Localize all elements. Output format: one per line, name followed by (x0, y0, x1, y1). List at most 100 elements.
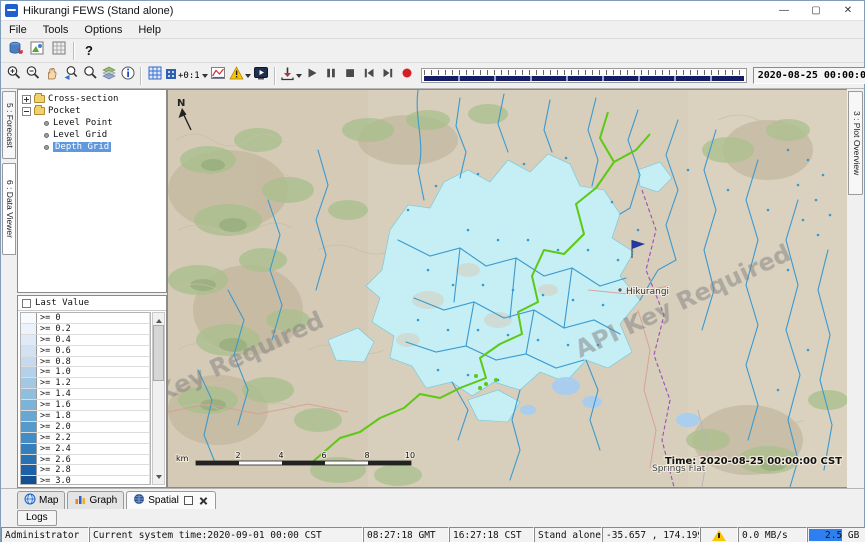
step-forward-button[interactable] (379, 65, 398, 86)
svg-text:2: 2 (235, 451, 240, 460)
node-bullet-icon (44, 145, 49, 150)
info-button[interactable] (118, 65, 137, 86)
tab-graph[interactable]: Graph (67, 491, 124, 509)
display-icon (253, 65, 269, 86)
grid-display-button[interactable] (48, 40, 70, 61)
tree-item-depth-grid[interactable]: Depth Grid (18, 141, 166, 153)
tab-plot-overview[interactable]: 3 : Plot Overview (848, 91, 863, 195)
grid-icon (147, 65, 163, 86)
legend-panel: Last Value >= 0>= 0.2>= 0.4>= 0.6>= 0.8>… (17, 295, 167, 488)
record-button[interactable] (398, 65, 417, 86)
maximize-button[interactable]: ▢ (800, 1, 832, 20)
minimize-button[interactable]: — (768, 1, 800, 20)
play-button[interactable] (303, 65, 322, 86)
status-gmt-time: 08:27:18 GMT (363, 527, 449, 542)
legend-row[interactable]: >= 0.4 (21, 335, 150, 346)
legend-label: >= 1.8 (37, 411, 150, 421)
timeline-slider[interactable] (421, 68, 747, 83)
undock-icon[interactable] (184, 496, 193, 505)
legend-label: >= 1.4 (37, 389, 150, 399)
help-button[interactable]: ? (78, 40, 100, 61)
legend-title: Last Value (35, 298, 89, 308)
tab-data-viewer[interactable]: 6 : Data Viewer (2, 163, 16, 255)
zoom-previous-button[interactable] (61, 65, 80, 86)
legend-swatch (21, 367, 37, 377)
map-canvas[interactable]: API Key Required API Key Required Hikura… (168, 90, 848, 487)
status-system-time: Current system time:2020-09-01 00:00 CST (89, 527, 363, 542)
legend-row[interactable]: >= 1.8 (21, 411, 150, 422)
step-back-button[interactable] (360, 65, 379, 86)
legend-row[interactable]: >= 3.0 (21, 476, 150, 485)
pause-button[interactable] (322, 65, 341, 86)
animation-display-button[interactable] (252, 65, 271, 86)
map-display-button[interactable] (26, 40, 48, 61)
scroll-down-icon[interactable] (153, 472, 164, 484)
scrollbar-thumb[interactable] (153, 325, 164, 381)
tab-map[interactable]: Map (17, 491, 65, 509)
legend-swatch (21, 455, 37, 465)
pan-button[interactable] (42, 65, 61, 86)
menu-item-tools[interactable]: Tools (35, 22, 77, 38)
tab-spatial[interactable]: Spatial (126, 491, 216, 509)
zoom-out-button[interactable] (23, 65, 42, 86)
svg-text:4: 4 (278, 451, 283, 460)
status-warning[interactable] (700, 527, 738, 542)
legend-row[interactable]: >= 1.0 (21, 367, 150, 378)
statusbar: Administrator Current system time:2020-0… (1, 527, 864, 542)
legend-row[interactable]: >= 2.0 (21, 422, 150, 433)
status-memory: 2.5 GB (807, 527, 865, 542)
tree-item-level-grid[interactable]: Level Grid (18, 129, 166, 141)
collapse-minus-icon[interactable] (22, 107, 31, 116)
legend-row[interactable]: >= 2.4 (21, 444, 150, 455)
legend-row[interactable]: >= 0.8 (21, 357, 150, 368)
map-viewport[interactable]: API Key Required API Key Required Hikura… (167, 89, 849, 488)
legend-row[interactable]: >= 0 (21, 313, 150, 324)
close-tab-icon[interactable] (198, 495, 209, 506)
tree-item-level-point[interactable]: Level Point (18, 117, 166, 129)
legend-row[interactable]: >= 1.4 (21, 389, 150, 400)
scroll-up-icon[interactable] (153, 313, 164, 325)
legend-row[interactable]: >= 2.8 (21, 465, 150, 476)
close-button[interactable]: ✕ (832, 1, 864, 20)
tree-item-pocket[interactable]: Pocket (18, 105, 166, 117)
zoom-box-button[interactable] (80, 65, 99, 86)
menu-item-file[interactable]: File (1, 22, 35, 38)
tab-forecast[interactable]: 5 : Forecast (2, 91, 16, 159)
legend-swatch (21, 346, 37, 356)
zoom-in-button[interactable] (4, 65, 23, 86)
logs-button[interactable]: Logs (17, 510, 57, 526)
menu-item-help[interactable]: Help (130, 22, 169, 38)
legend-label: >= 0.6 (37, 346, 150, 356)
legend-row[interactable]: >= 1.6 (21, 400, 150, 411)
profile-icon (210, 65, 226, 86)
stop-icon (343, 66, 357, 85)
toolbar-separator (271, 67, 279, 85)
legend-scrollbar[interactable] (152, 312, 165, 485)
interval-combo[interactable]: +0:1 (164, 65, 209, 86)
expand-plus-icon[interactable] (22, 95, 31, 104)
legend-label: >= 2.0 (37, 422, 150, 432)
stop-button[interactable] (341, 65, 360, 86)
warning-combo[interactable] (228, 65, 252, 86)
legend-swatch (21, 411, 37, 421)
timeline-ticks (424, 70, 744, 75)
profile-button[interactable] (209, 65, 228, 86)
logs-row: Logs (1, 509, 864, 527)
tree-item-label: Cross-section (48, 94, 118, 104)
grid-view-button[interactable] (145, 65, 164, 86)
last-value-checkbox[interactable] (22, 299, 31, 308)
database-button[interactable] (4, 40, 26, 61)
legend-row[interactable]: >= 0.2 (21, 324, 150, 335)
menu-item-options[interactable]: Options (76, 22, 130, 38)
layers-button[interactable] (99, 65, 118, 86)
window-title: Hikurangi FEWS (Stand alone) (23, 5, 173, 17)
legend-row[interactable]: >= 1.2 (21, 378, 150, 389)
data-tree-panel: Cross-section Pocket Level Point Level G… (17, 89, 167, 293)
tree-item-label-selected: Depth Grid (53, 142, 111, 152)
legend-row[interactable]: >= 0.6 (21, 346, 150, 357)
legend-row[interactable]: >= 2.2 (21, 433, 150, 444)
export-download-icon (280, 66, 295, 86)
legend-row[interactable]: >= 2.6 (21, 455, 150, 466)
export-combo[interactable] (279, 65, 303, 86)
tree-item-cross-section[interactable]: Cross-section (18, 93, 166, 105)
